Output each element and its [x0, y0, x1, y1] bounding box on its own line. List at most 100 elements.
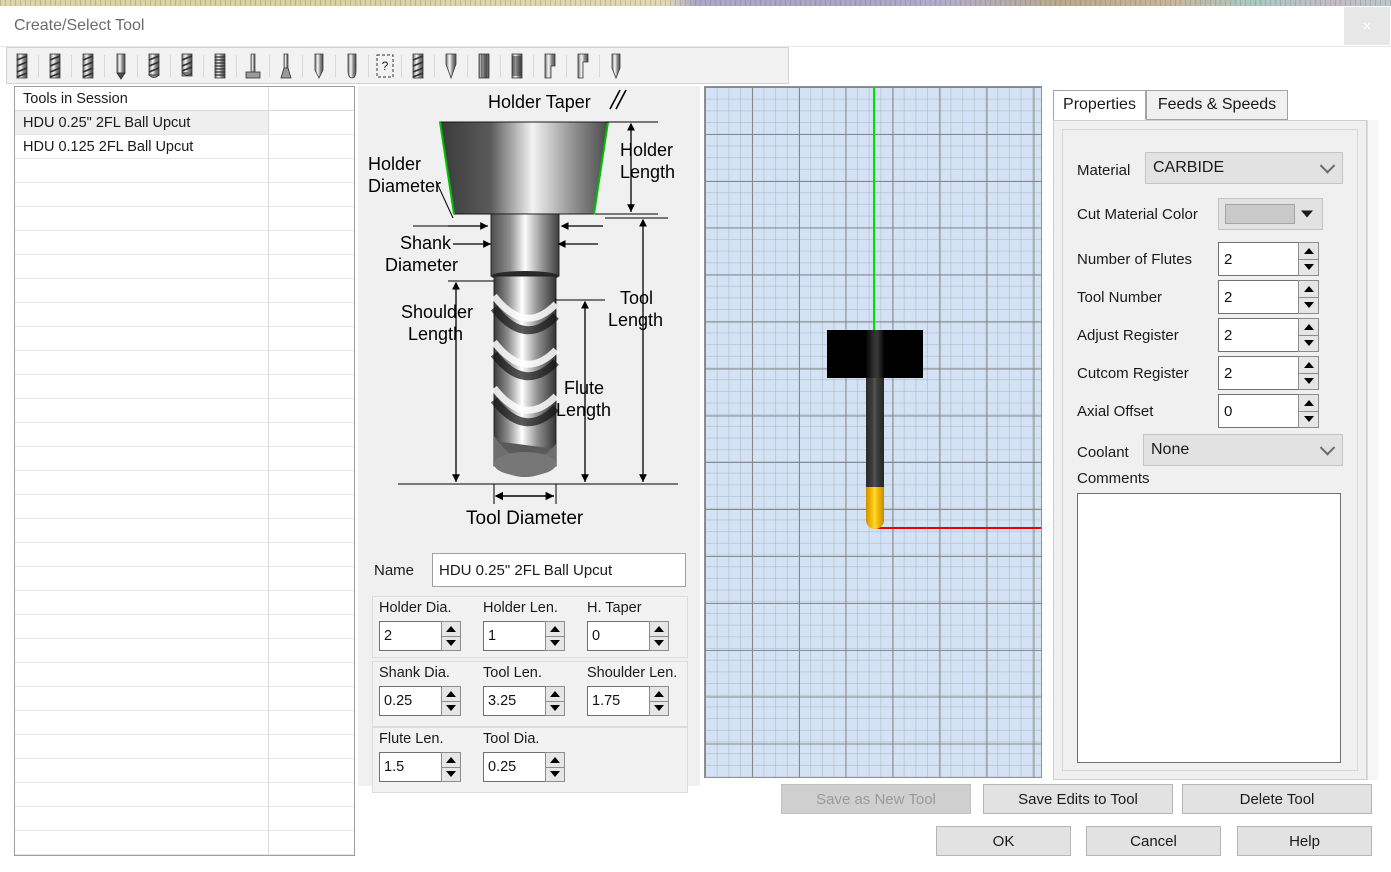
list-item-empty[interactable]	[15, 759, 354, 783]
list-item-empty[interactable]	[15, 567, 354, 591]
list-item-empty[interactable]	[15, 831, 354, 855]
list-item-empty[interactable]	[15, 351, 354, 375]
list-item-empty[interactable]	[15, 783, 354, 807]
spinner-value[interactable]: 2	[1218, 318, 1298, 352]
spinner-up-button[interactable]	[1298, 242, 1319, 260]
close-button[interactable]: ×	[1344, 7, 1390, 45]
toolbar-icon-spot-drill[interactable]	[604, 50, 628, 81]
material-dropdown[interactable]: CARBIDE	[1145, 152, 1343, 184]
spinner-value[interactable]: 0.25	[379, 686, 441, 716]
list-item-empty[interactable]	[15, 207, 354, 231]
spinner-up-button[interactable]	[1298, 318, 1319, 336]
list-item-empty[interactable]	[15, 447, 354, 471]
toolbar-icon-bullnose-mill[interactable]	[175, 50, 199, 81]
tab-properties[interactable]: Properties	[1053, 90, 1146, 120]
list-item-empty[interactable]	[15, 615, 354, 639]
spinner-up-button[interactable]	[545, 686, 565, 702]
spinner-flute-length[interactable]: 1.5	[379, 752, 461, 782]
list-item-empty[interactable]	[15, 495, 354, 519]
spinner-up-button[interactable]	[1298, 356, 1319, 374]
spinner-up-button[interactable]	[1298, 280, 1319, 298]
list-item-empty[interactable]	[15, 231, 354, 255]
cutcom-register-spinner[interactable]: 2	[1218, 356, 1319, 390]
spinner-buttons[interactable]	[441, 752, 461, 782]
spinner-buttons[interactable]	[1298, 318, 1319, 352]
number-of-flutes-spinner[interactable]: 2	[1218, 242, 1319, 276]
spinner-buttons[interactable]	[441, 686, 461, 716]
comments-textarea[interactable]	[1077, 493, 1341, 763]
spinner-value[interactable]: 1.75	[587, 686, 649, 716]
spinner-down-button[interactable]	[649, 702, 669, 717]
spinner-tool-diameter[interactable]: 0.25	[483, 752, 565, 782]
spinner-buttons[interactable]	[441, 621, 461, 651]
list-item-empty[interactable]	[15, 375, 354, 399]
spinner-buttons[interactable]	[545, 752, 565, 782]
tool-type-toolbar[interactable]: ?	[6, 47, 789, 84]
spinner-down-button[interactable]	[1298, 298, 1319, 315]
list-item-empty[interactable]	[15, 807, 354, 831]
spinner-holder-length[interactable]: 1	[483, 621, 565, 651]
spinner-up-button[interactable]	[441, 621, 461, 637]
spinner-up-button[interactable]	[441, 686, 461, 702]
spinner-down-button[interactable]	[545, 768, 565, 783]
toolbar-icon-endmill-flat-3[interactable]	[76, 50, 100, 81]
toolbar-icon-thread-mill[interactable]	[505, 50, 529, 81]
list-item-empty[interactable]	[15, 303, 354, 327]
spinner-holder-diameter[interactable]: 2	[379, 621, 461, 651]
list-item-empty[interactable]	[15, 471, 354, 495]
toolbar-icon-dovetail-cutter[interactable]	[274, 50, 298, 81]
spinner-value[interactable]: 1	[483, 621, 545, 651]
spinner-down-button[interactable]	[1298, 336, 1319, 353]
list-item-empty[interactable]	[15, 687, 354, 711]
coolant-dropdown[interactable]: None	[1143, 434, 1343, 466]
toolbar-icon-tap-tool[interactable]	[208, 50, 232, 81]
spinner-down-button[interactable]	[1298, 412, 1319, 429]
spinner-value[interactable]: 2	[379, 621, 441, 651]
list-item-tool-1[interactable]: HDU 0.125 2FL Ball Upcut	[15, 135, 354, 159]
toolbar-icon-chamfer-mill[interactable]	[307, 50, 331, 81]
tools-in-session-list[interactable]: Tools in Session HDU 0.25" 2FL Ball Upcu…	[14, 86, 355, 856]
toolbar-icon-unknown-tool[interactable]: ?	[373, 50, 397, 81]
spinner-value[interactable]: 2	[1218, 356, 1298, 390]
toolbar-icon-tee-slot-cutter[interactable]	[241, 50, 265, 81]
spinner-value[interactable]: 2	[1218, 280, 1298, 314]
list-item-tool-0[interactable]: HDU 0.25" 2FL Ball Upcut	[15, 111, 354, 135]
spinner-value[interactable]: 0.25	[483, 752, 545, 782]
list-item-empty[interactable]	[15, 735, 354, 759]
toolbar-icon-radius-round-mill[interactable]	[340, 50, 364, 81]
spinner-buttons[interactable]	[649, 686, 669, 716]
toolbar-icon-ballmill-1[interactable]	[142, 50, 166, 81]
spinner-down-button[interactable]	[441, 768, 461, 783]
spinner-down-button[interactable]	[1298, 260, 1319, 277]
save-as-new-tool-button[interactable]: Save as New Tool	[781, 784, 971, 814]
spinner-up-button[interactable]	[441, 752, 461, 768]
adjust-register-spinner[interactable]: 2	[1218, 318, 1319, 352]
list-item-empty[interactable]	[15, 591, 354, 615]
toolbar-icon-endmill-flat-2[interactable]	[43, 50, 67, 81]
list-item-empty[interactable]	[15, 399, 354, 423]
cancel-button[interactable]: Cancel	[1086, 826, 1221, 856]
spinner-up-button[interactable]	[649, 621, 669, 637]
spinner-down-button[interactable]	[1298, 374, 1319, 391]
save-edits-to-tool-button[interactable]: Save Edits to Tool	[983, 784, 1173, 814]
tool-preview-viewport[interactable]	[704, 86, 1042, 778]
spinner-up-button[interactable]	[1298, 394, 1319, 412]
spinner-buttons[interactable]	[649, 621, 669, 651]
spinner-down-button[interactable]	[545, 702, 565, 717]
spinner-value[interactable]: 2	[1218, 242, 1298, 276]
spinner-tool-length[interactable]: 3.25	[483, 686, 565, 716]
delete-tool-button[interactable]: Delete Tool	[1182, 784, 1372, 814]
toolbar-icon-endmill-flat-4[interactable]	[406, 50, 430, 81]
cut-material-color-picker[interactable]	[1218, 198, 1323, 230]
spinner-value[interactable]: 1.5	[379, 752, 441, 782]
toolbar-icon-step-drill[interactable]	[538, 50, 562, 81]
spinner-up-button[interactable]	[649, 686, 669, 702]
spinner-down-button[interactable]	[649, 637, 669, 652]
spinner-shoulder-length[interactable]: 1.75	[587, 686, 669, 716]
list-item-empty[interactable]	[15, 519, 354, 543]
spinner-value[interactable]: 0	[1218, 394, 1298, 428]
spinner-up-button[interactable]	[545, 621, 565, 637]
tool-number-spinner[interactable]: 2	[1218, 280, 1319, 314]
list-item-empty[interactable]	[15, 663, 354, 687]
toolbar-icon-engraver-vbit[interactable]	[439, 50, 463, 81]
